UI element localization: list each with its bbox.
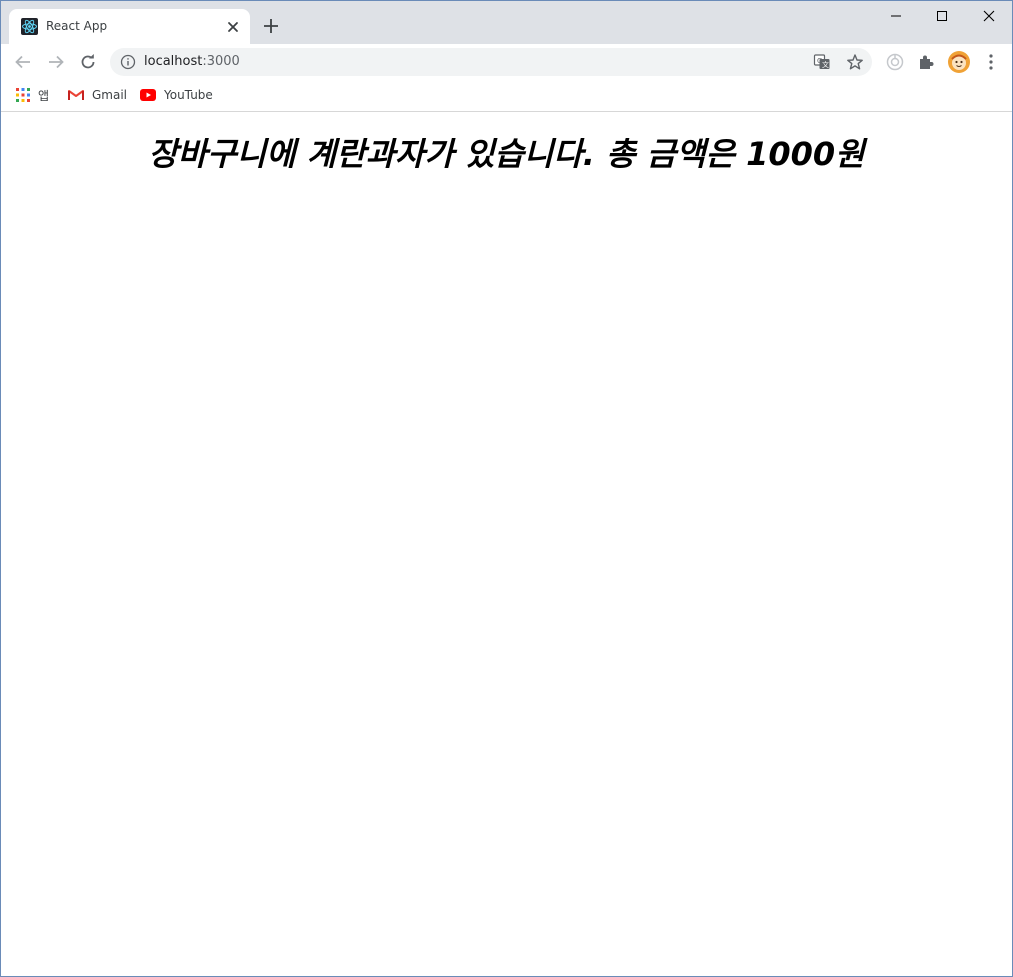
bookmark-label: Gmail	[92, 88, 128, 102]
bookmark-apps[interactable]: 앱	[16, 85, 49, 105]
reload-icon	[81, 54, 95, 69]
address-bar[interactable]: localhost:3000 G 文	[110, 48, 872, 76]
bookmark-youtube[interactable]: YouTube	[140, 85, 213, 105]
page-content: 장바구니에 계란과자가 있습니다. 총 금액은 1000원	[1, 112, 1012, 976]
profile-avatar-icon[interactable]	[947, 50, 971, 74]
back-button[interactable]	[9, 48, 37, 76]
maximize-icon	[937, 11, 947, 21]
gmail-icon	[68, 90, 84, 100]
bookmarks-bar: 앱 Gmail YouTube	[1, 80, 1012, 112]
menu-kebab-icon[interactable]	[979, 50, 1003, 74]
maximize-button[interactable]	[919, 1, 965, 31]
svg-text:文: 文	[822, 60, 829, 69]
back-arrow-icon	[15, 55, 30, 69]
minimize-icon	[891, 15, 901, 17]
react-logo-icon	[21, 18, 38, 35]
forward-button[interactable]	[42, 48, 70, 76]
close-icon[interactable]	[224, 18, 242, 36]
new-tab-plus-icon[interactable]	[261, 16, 281, 36]
bookmark-label: 앱	[38, 88, 50, 103]
youtube-icon	[140, 89, 156, 101]
forward-arrow-icon	[49, 55, 64, 69]
translate-icon[interactable]: G 文	[813, 53, 831, 71]
tab-strip: React App	[1, 1, 1012, 44]
info-icon[interactable]	[120, 54, 136, 70]
page-heading: 장바구니에 계란과자가 있습니다. 총 금액은 1000원	[148, 135, 865, 173]
window-close-icon	[983, 10, 995, 22]
tab-react-app[interactable]: React App	[9, 9, 250, 44]
url-port: :3000	[202, 54, 240, 69]
toolbar: localhost:3000 G 文	[1, 44, 1012, 80]
reload-button[interactable]	[74, 48, 102, 76]
apps-grid-icon	[16, 88, 30, 102]
url-text[interactable]: localhost:3000	[144, 54, 240, 70]
extension-circle-icon[interactable]	[883, 50, 907, 74]
url-host: localhost	[144, 54, 203, 69]
bookmark-star-icon[interactable]	[846, 53, 864, 71]
browser-window: React App localhost:3000 G 文 앱 Gmail You…	[0, 0, 1013, 977]
extensions-puzzle-icon[interactable]	[915, 50, 939, 74]
minimize-button[interactable]	[873, 1, 919, 31]
tab-title: React App	[46, 19, 108, 33]
bookmark-label: YouTube	[164, 88, 213, 102]
window-close-button[interactable]	[966, 1, 1012, 31]
bookmark-gmail[interactable]: Gmail	[68, 85, 127, 105]
